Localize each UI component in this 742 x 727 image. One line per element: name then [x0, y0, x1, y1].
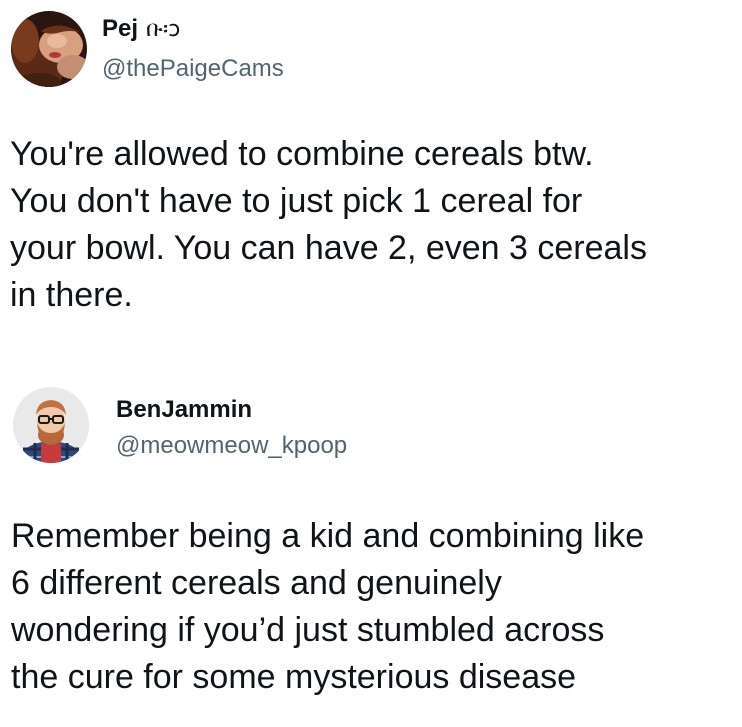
author-name-row: BenJammin: [116, 396, 252, 424]
tweet[interactable]: BenJammin @meowmeow_kpoop Remember being…: [0, 377, 742, 727]
author-name-row: Pej ቡ፡ↄ: [102, 15, 180, 43]
avatar[interactable]: [13, 387, 89, 463]
profile-photo-icon: [11, 11, 87, 87]
tweet[interactable]: Pej ቡ፡ↄ @thePaigeCams You're allowed to …: [0, 0, 742, 360]
avatar[interactable]: [11, 11, 87, 87]
tweet-text: Remember being a kid and combining like …: [11, 517, 645, 696]
display-name[interactable]: BenJammin: [116, 396, 252, 424]
tweet-text: You're allowed to combine cereals btw. Y…: [10, 135, 647, 314]
display-name[interactable]: Pej: [102, 15, 138, 43]
profile-photo-icon: [13, 387, 89, 463]
handle[interactable]: @meowmeow_kpoop: [116, 432, 347, 460]
name-emoji: ቡ፡ↄ: [146, 16, 181, 42]
handle[interactable]: @thePaigeCams: [102, 55, 284, 83]
